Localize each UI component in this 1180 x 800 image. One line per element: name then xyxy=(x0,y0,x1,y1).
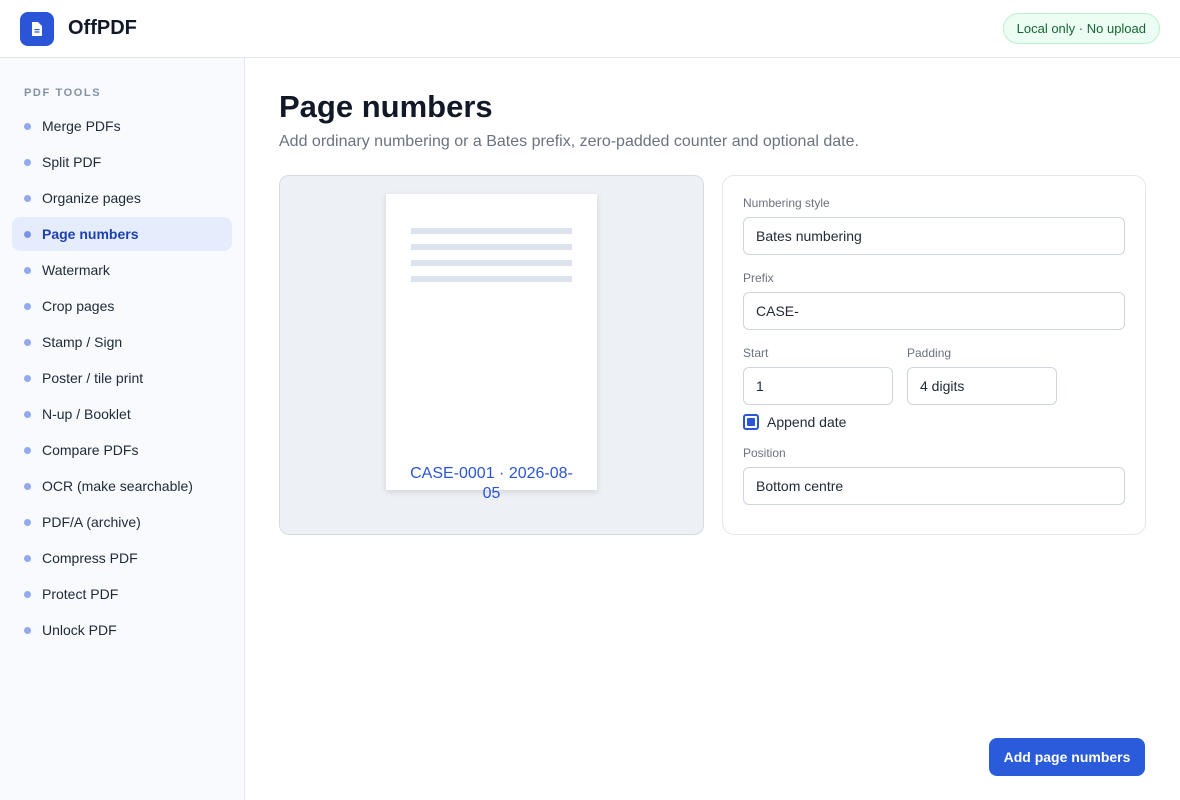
sidebar-item-label: Split PDF xyxy=(42,154,102,170)
sidebar-item-label: Poster / tile print xyxy=(42,370,144,386)
sidebar-item-label: PDF/A (archive) xyxy=(42,514,141,530)
bullet-icon xyxy=(24,518,31,526)
sidebar-item-label: Crop pages xyxy=(42,298,115,314)
app-logo xyxy=(20,12,54,46)
sidebar-item-split-pdf[interactable]: Split PDF xyxy=(12,145,232,179)
bullet-icon xyxy=(24,230,31,238)
checkbox-check-icon xyxy=(747,418,755,426)
sidebar: PDF TOOLS Merge PDFs Split PDF Organize pa… xyxy=(0,58,245,800)
sidebar-item-watermark[interactable]: Watermark xyxy=(12,253,232,287)
privacy-badge: Local only · No upload xyxy=(1002,13,1160,44)
sidebar-item-label: Protect PDF xyxy=(42,586,119,602)
append-date-checkbox[interactable] xyxy=(743,414,759,430)
sidebar-item-organize-pages[interactable]: Organize pages xyxy=(12,181,232,215)
bullet-icon xyxy=(24,554,31,562)
page-title: Page numbers xyxy=(279,89,493,124)
bullet-icon xyxy=(24,194,31,202)
sidebar-item-compress-pdf[interactable]: Compress PDF xyxy=(12,541,232,575)
bullet-icon xyxy=(24,446,31,454)
bullet-icon xyxy=(24,338,31,346)
sidebar-item-pdf-a-archive[interactable]: PDF/A (archive) xyxy=(12,505,232,539)
bullet-icon xyxy=(24,590,31,598)
prefix-label: Prefix xyxy=(743,271,774,285)
app-title: OffPDF xyxy=(68,17,137,39)
main-content: Page numbers Add ordinary numbering or a… xyxy=(245,58,1180,800)
bullet-icon xyxy=(24,122,31,130)
sidebar-item-label: Compress PDF xyxy=(42,550,138,566)
sidebar-item-label: Stamp / Sign xyxy=(42,334,123,350)
page-subtitle: Add ordinary numbering or a Bates prefix… xyxy=(279,133,859,150)
append-date-label[interactable]: Append date xyxy=(767,414,846,430)
sidebar-item-label: Unlock PDF xyxy=(42,622,117,638)
sidebar-item-label: Merge PDFs xyxy=(42,118,121,134)
top-bar: OffPDF Local only · No upload xyxy=(0,0,1180,58)
bullet-icon xyxy=(24,302,31,310)
bullet-icon xyxy=(24,374,31,382)
preview-text-line xyxy=(411,228,572,234)
padding-select[interactable]: 4 digits xyxy=(907,367,1057,405)
options-form: Numbering style Bates numbering Prefix C… xyxy=(722,175,1146,535)
start-input[interactable]: 1 xyxy=(743,367,893,405)
numbering-style-select[interactable]: Bates numbering xyxy=(743,217,1125,255)
sidebar-item-merge-pdfs[interactable]: Merge PDFs xyxy=(12,109,232,143)
preview-text-line xyxy=(411,260,572,266)
padding-label: Padding xyxy=(907,346,952,360)
sidebar-item-label: Organize pages xyxy=(42,190,141,206)
preview-text-line xyxy=(411,244,572,250)
sidebar-item-label: Watermark xyxy=(42,262,110,278)
sidebar-item-stamp-sign[interactable]: Stamp / Sign xyxy=(12,325,232,359)
bullet-icon xyxy=(24,410,31,418)
sidebar-item-unlock-pdf[interactable]: Unlock PDF xyxy=(12,613,232,647)
sidebar-item-poster-tile-print[interactable]: Poster / tile print xyxy=(12,361,232,395)
sidebar-item-label: Compare PDFs xyxy=(42,442,139,458)
sidebar-item-compare-pdfs[interactable]: Compare PDFs xyxy=(12,433,232,467)
sidebar-heading: PDF TOOLS xyxy=(24,87,102,99)
preview-page: CASE-0001 · 2026-08-05 xyxy=(386,194,597,502)
position-select[interactable]: Bottom centre xyxy=(743,467,1125,505)
numbering-style-label: Numbering style xyxy=(743,196,830,210)
document-icon xyxy=(32,22,42,36)
start-label: Start xyxy=(743,346,769,360)
preview-page-number: CASE-0001 · 2026-08-05 xyxy=(410,465,573,502)
position-label: Position xyxy=(743,446,786,460)
sidebar-item-crop-pages[interactable]: Crop pages xyxy=(12,289,232,323)
sidebar-item-page-numbers[interactable]: Page numbers xyxy=(12,217,232,251)
prefix-input[interactable]: CASE- xyxy=(743,292,1125,330)
sidebar-nav: Merge PDFs Split PDF Organize pages Page nu… xyxy=(12,109,232,649)
add-page-numbers-button[interactable]: Add page numbers xyxy=(989,738,1145,776)
bullet-icon xyxy=(24,158,31,166)
preview-text-line xyxy=(411,276,572,282)
bullet-icon xyxy=(24,482,31,490)
sidebar-item-protect-pdf[interactable]: Protect PDF xyxy=(12,577,232,611)
sidebar-item-label: OCR (make searchable) xyxy=(42,478,193,494)
bullet-icon xyxy=(24,266,31,274)
sidebar-item-n-up-booklet[interactable]: N-up / Booklet xyxy=(12,397,232,431)
sidebar-item-label: Page numbers xyxy=(42,226,139,242)
bullet-icon xyxy=(24,626,31,634)
page-preview: CASE-0001 · 2026-08-05 xyxy=(279,175,704,535)
sidebar-item-ocr-make-searchable[interactable]: OCR (make searchable) xyxy=(12,469,232,503)
sidebar-item-label: N-up / Booklet xyxy=(42,406,131,422)
